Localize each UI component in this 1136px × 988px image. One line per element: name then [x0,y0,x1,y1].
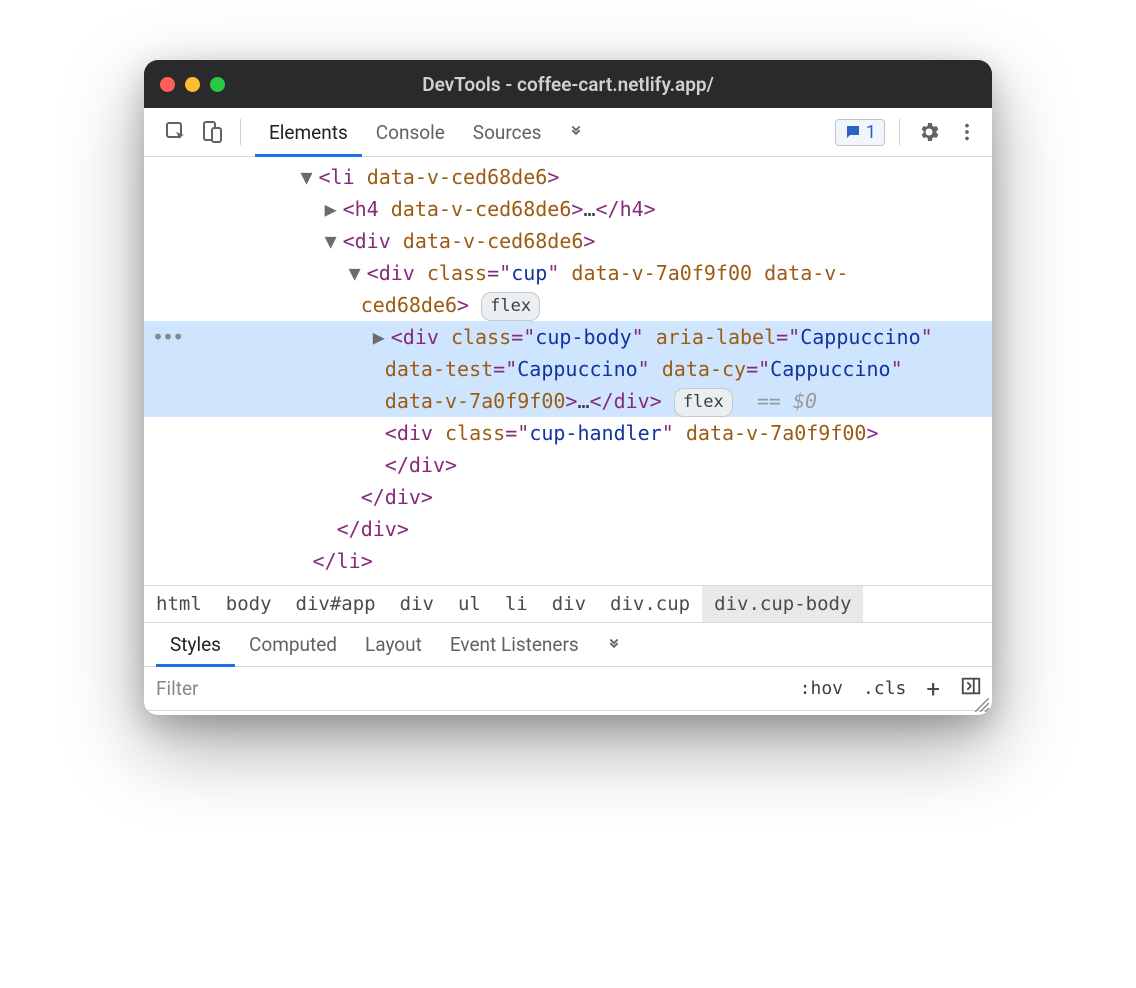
tab-sources[interactable]: Sources [459,108,556,157]
new-style-rule-icon[interactable]: + [916,675,950,703]
more-menu-icon[interactable] [952,121,982,143]
separator [899,119,900,145]
flex-badge[interactable]: flex [674,388,733,417]
crumb-active[interactable]: div.cup-body [702,586,863,622]
dom-tree[interactable]: ▼<li data-v-ced68de6> ▶<h4 data-v-ced68d… [144,157,992,585]
crumb[interactable]: div [388,586,446,622]
dom-line-selected[interactable]: data-v-7a0f9f00>…</div> flex == $0 [144,385,992,417]
dom-line[interactable]: ▼<div class="cup" data-v-7a0f9f00 data-v… [144,257,992,289]
tab-layout[interactable]: Layout [351,623,436,667]
tab-elements[interactable]: Elements [255,108,362,157]
issues-badge[interactable]: 1 [835,119,885,146]
crumb[interactable]: li [493,586,540,622]
main-toolbar: Elements Console Sources 1 [144,108,992,157]
console-ref: == $0 [757,389,817,413]
dom-line[interactable]: <div class="cup-handler" data-v-7a0f9f00… [144,417,992,449]
tab-console[interactable]: Console [362,108,459,157]
crumb[interactable]: div [540,586,598,622]
crumb[interactable]: ul [446,586,493,622]
device-toolbar-icon[interactable] [198,118,226,146]
dom-line[interactable]: ced68de6> flex [144,289,992,321]
styles-filter-input[interactable] [144,667,790,710]
traffic-lights [160,77,225,92]
separator [240,119,241,145]
dom-line[interactable]: </li> [144,545,992,577]
hov-toggle[interactable]: :hov [790,667,853,710]
titlebar: DevTools - coffee-cart.netlify.app/ [144,60,992,108]
tab-event-listeners[interactable]: Event Listeners [436,623,593,667]
resize-corner-icon[interactable] [975,698,989,712]
styles-filter-bar: :hov .cls + [144,667,992,711]
tab-computed[interactable]: Computed [235,623,351,667]
flex-badge[interactable]: flex [481,292,540,321]
tabs-overflow-icon[interactable] [555,108,597,157]
dom-line[interactable]: </div> [144,449,992,481]
breadcrumb: html body div#app div ul li div div.cup … [144,585,992,623]
maximize-window-button[interactable] [210,77,225,92]
dom-line-selected[interactable]: data-test="Cappuccino" data-cy="Cappucci… [144,353,992,385]
dom-line[interactable]: ▼<div data-v-ced68de6> [144,225,992,257]
crumb[interactable]: html [144,586,214,622]
gutter-dots-icon[interactable]: ••• [152,321,182,353]
dom-line-selected[interactable]: ••• ▶<div class="cup-body" aria-label="C… [144,321,992,353]
close-window-button[interactable] [160,77,175,92]
tab-styles[interactable]: Styles [156,623,235,667]
crumb[interactable]: div.cup [598,586,702,622]
window-title: DevTools - coffee-cart.netlify.app/ [422,73,714,96]
panel-tabs: Elements Console Sources [255,108,827,157]
dom-line[interactable]: ▶<h4 data-v-ced68de6>…</h4> [144,193,992,225]
cls-toggle[interactable]: .cls [853,667,916,710]
issues-count: 1 [866,122,876,143]
styles-tabs: Styles Computed Layout Event Listeners [144,623,992,667]
inspect-element-icon[interactable] [162,118,190,146]
crumb[interactable]: body [214,586,284,622]
dom-line[interactable]: ▼<li data-v-ced68de6> [144,161,992,193]
dom-line[interactable]: </div> [144,513,992,545]
dom-line[interactable]: </div> [144,481,992,513]
settings-gear-icon[interactable] [914,120,944,144]
styles-tabs-overflow-icon[interactable] [593,634,635,656]
minimize-window-button[interactable] [185,77,200,92]
crumb[interactable]: div#app [284,586,388,622]
